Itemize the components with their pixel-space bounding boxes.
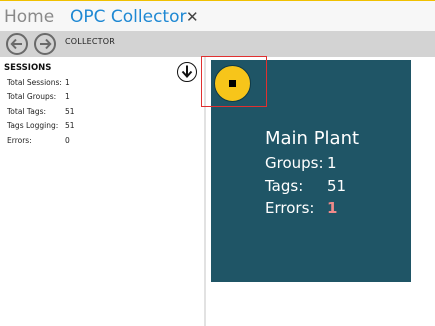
tab-home[interactable]: Home <box>4 5 54 29</box>
errors-label: Errors: <box>265 199 315 217</box>
stat-value: 1 <box>65 78 70 87</box>
stat-label: Total Tags: <box>7 107 47 116</box>
toolbar: COLLECTOR <box>0 31 435 57</box>
stat-value: 51 <box>65 107 75 116</box>
arrow-down-icon <box>181 65 193 78</box>
plant-groups-row: Groups: 1 <box>265 153 337 173</box>
tab-opc-collector[interactable]: OPC Collector <box>70 5 187 29</box>
plant-errors-row: Errors: 1 <box>265 198 337 218</box>
stop-icon <box>229 80 236 87</box>
close-tab-icon[interactable]: ✕ <box>186 5 199 29</box>
stat-value: 0 <box>65 136 70 145</box>
stop-button[interactable] <box>214 65 251 102</box>
forward-button[interactable] <box>34 33 56 55</box>
plant-tags-row: Tags: 51 <box>265 176 346 196</box>
sessions-header: SESSIONS <box>4 63 52 73</box>
app-window: Home OPC Collector ✕ COLLECTOR SESSIONS … <box>0 0 435 326</box>
stat-label: Total Groups: <box>7 92 57 101</box>
groups-value: 1 <box>327 154 337 172</box>
stat-value: 1 <box>65 92 70 101</box>
arrow-right-icon <box>40 38 52 50</box>
groups-label: Groups: <box>265 154 324 172</box>
back-button[interactable] <box>6 33 28 55</box>
toolbar-title: COLLECTOR <box>65 37 115 46</box>
errors-value: 1 <box>327 199 338 217</box>
plant-title: Main Plant <box>265 128 360 149</box>
tab-bar: Home OPC Collector ✕ <box>0 0 435 31</box>
stat-label: Tags Logging: <box>7 121 59 130</box>
arrow-left-icon <box>10 38 22 50</box>
stat-label: Errors: <box>7 136 32 145</box>
stat-label: Total Sessions: <box>7 78 62 87</box>
sessions-panel: SESSIONS Total Sessions: 1 Total Groups:… <box>0 57 206 326</box>
tags-value: 51 <box>327 177 347 195</box>
tags-label: Tags: <box>265 177 304 195</box>
download-button[interactable] <box>177 62 197 82</box>
stat-value: 51 <box>65 121 75 130</box>
